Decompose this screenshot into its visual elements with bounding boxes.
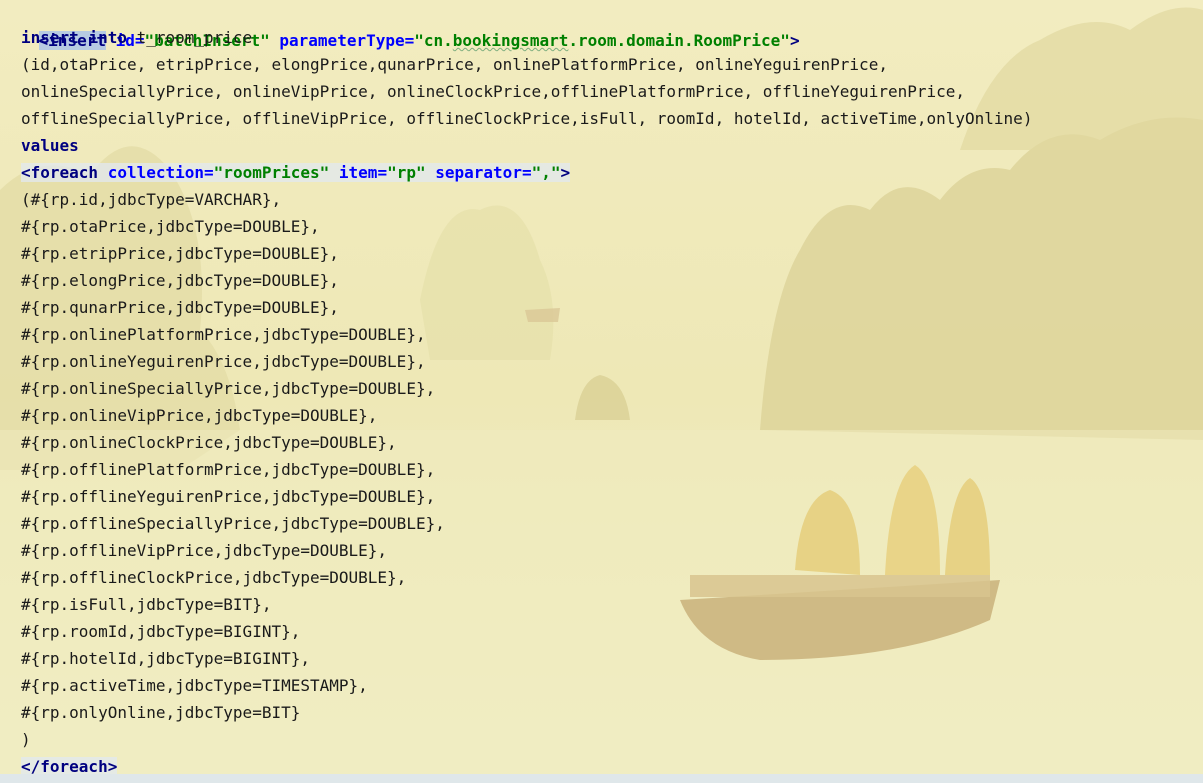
code-line-columns-1: (id,otaPrice, etripPrice, elongPrice,qun…: [0, 51, 888, 78]
code-line-close-paren: ): [0, 726, 31, 753]
code-line-value: #{rp.offlineSpeciallyPrice,jdbcType=DOUB…: [0, 510, 445, 537]
code-line-value: #{rp.offlineClockPrice,jdbcType=DOUBLE},: [0, 564, 406, 591]
code-editor[interactable]: <insert id="batchInsert" parameterType="…: [0, 0, 1203, 783]
value-param-text: #{rp.offlineSpeciallyPrice,jdbcType=DOUB…: [21, 514, 445, 533]
value-param-text: #{rp.activeTime,jdbcType=TIMESTAMP},: [21, 676, 368, 695]
code-line-value: #{rp.offlineYeguirenPrice,jdbcType=DOUBL…: [0, 483, 435, 510]
value-param-text: #{rp.onlineClockPrice,jdbcType=DOUBLE},: [21, 433, 397, 452]
close-paren-text: ): [21, 730, 31, 749]
value-param-text: #{rp.offlineClockPrice,jdbcType=DOUBLE},: [21, 568, 407, 587]
keyword-values: values: [21, 136, 79, 155]
value-param-text: #{rp.onlyOnline,jdbcType=BIT}: [21, 703, 301, 722]
code-line-insert-into: insert into t_room_price: [0, 24, 252, 51]
parameter-type-value-suffix: .room.domain.RoomPrice": [568, 31, 790, 50]
keyword-into: into: [88, 28, 127, 47]
value-param-text: #{rp.qunarPrice,jdbcType=DOUBLE},: [21, 298, 339, 317]
editor-bottom-bar: [0, 774, 1203, 783]
parameter-type-value-prefix: "cn.: [414, 31, 453, 50]
foreach-tag-close: >: [560, 163, 571, 182]
value-param-text: #{rp.elongPrice,jdbcType=DOUBLE},: [21, 271, 339, 290]
code-line-value: #{rp.etripPrice,jdbcType=DOUBLE},: [0, 240, 339, 267]
value-param-text: #{rp.offlinePlatformPrice,jdbcType=DOUBL…: [21, 460, 436, 479]
value-param-text: #{rp.otaPrice,jdbcType=DOUBLE},: [21, 217, 320, 236]
value-param-text: #{rp.offlineYeguirenPrice,jdbcType=DOUBL…: [21, 487, 436, 506]
parameter-type-value-package: bookingsmart: [452, 31, 569, 50]
separator-value: ",": [531, 163, 561, 182]
collection-attribute: collection=: [107, 163, 214, 182]
code-line-insert-tag: <insert id="batchInsert" parameterType="…: [0, 0, 800, 50]
code-line-value: #{rp.onlinePlatformPrice,jdbcType=DOUBLE…: [0, 321, 426, 348]
columns-text-2: onlineSpeciallyPrice, onlineVipPrice, on…: [21, 82, 966, 101]
parameter-type-attribute: parameterType=: [279, 31, 415, 50]
item-value: "rp": [387, 163, 426, 182]
code-line-value: #{rp.onlineSpeciallyPrice,jdbcType=DOUBL…: [0, 375, 435, 402]
value-param-text: (#{rp.id,jdbcType=VARCHAR},: [21, 190, 282, 209]
code-line-value: #{rp.offlinePlatformPrice,jdbcType=DOUBL…: [0, 456, 435, 483]
item-attribute: item=: [338, 163, 388, 182]
code-line-value: #{rp.onlineVipPrice,jdbcType=DOUBLE},: [0, 402, 377, 429]
code-line-value: #{rp.qunarPrice,jdbcType=DOUBLE},: [0, 294, 339, 321]
code-line-columns-2: onlineSpeciallyPrice, onlineVipPrice, on…: [0, 78, 965, 105]
code-line-columns-3: offlineSpeciallyPrice, offlineVipPrice, …: [0, 105, 1032, 132]
keyword-insert: insert: [21, 28, 79, 47]
code-line-value: #{rp.offlineVipPrice,jdbcType=DOUBLE},: [0, 537, 387, 564]
code-line-values: values: [0, 132, 79, 159]
value-param-text: #{rp.onlineYeguirenPrice,jdbcType=DOUBLE…: [21, 352, 426, 371]
columns-text-1: (id,otaPrice, etripPrice, elongPrice,qun…: [21, 55, 888, 74]
code-line-value: #{rp.hotelId,jdbcType=BIGINT},: [0, 645, 310, 672]
value-param-text: #{rp.onlinePlatformPrice,jdbcType=DOUBLE…: [21, 325, 426, 344]
value-param-text: #{rp.etripPrice,jdbcType=DOUBLE},: [21, 244, 339, 263]
code-line-value: #{rp.elongPrice,jdbcType=DOUBLE},: [0, 267, 339, 294]
value-param-text: #{rp.offlineVipPrice,jdbcType=DOUBLE},: [21, 541, 388, 560]
collection-value: "roomPrices": [213, 163, 330, 182]
code-line-foreach-open: <foreach collection="roomPrices" item="r…: [0, 159, 571, 186]
foreach-open-tag: <foreach: [21, 163, 99, 182]
value-param-text: #{rp.onlineVipPrice,jdbcType=DOUBLE},: [21, 406, 378, 425]
table-name: t_room_price: [126, 28, 253, 47]
code-line-value: #{rp.onlineYeguirenPrice,jdbcType=DOUBLE…: [0, 348, 426, 375]
code-line-value: #{rp.isFull,jdbcType=BIT},: [0, 591, 271, 618]
insert-tag-close: >: [789, 31, 800, 50]
code-line-value: #{rp.roomId,jdbcType=BIGINT},: [0, 618, 300, 645]
code-line-value: #{rp.onlyOnline,jdbcType=BIT}: [0, 699, 300, 726]
code-line-value: #{rp.otaPrice,jdbcType=DOUBLE},: [0, 213, 320, 240]
code-line-value: (#{rp.id,jdbcType=VARCHAR},: [0, 186, 281, 213]
value-param-text: #{rp.roomId,jdbcType=BIGINT},: [21, 622, 301, 641]
separator-attribute: separator=: [435, 163, 532, 182]
code-line-value: #{rp.onlineClockPrice,jdbcType=DOUBLE},: [0, 429, 397, 456]
columns-text-3: offlineSpeciallyPrice, offlineVipPrice, …: [21, 109, 1033, 128]
value-param-text: #{rp.hotelId,jdbcType=BIGINT},: [21, 649, 310, 668]
value-param-text: #{rp.onlineSpeciallyPrice,jdbcType=DOUBL…: [21, 379, 436, 398]
code-line-value: #{rp.activeTime,jdbcType=TIMESTAMP},: [0, 672, 368, 699]
value-param-text: #{rp.isFull,jdbcType=BIT},: [21, 595, 272, 614]
